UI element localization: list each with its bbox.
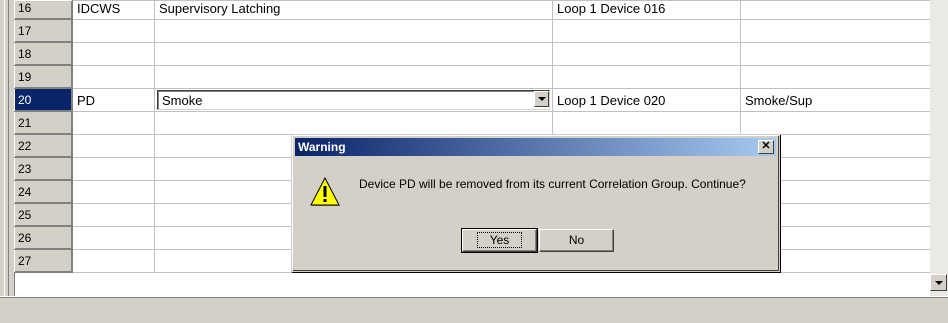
description-cell[interactable] bbox=[154, 65, 553, 89]
type-cell[interactable] bbox=[72, 157, 155, 181]
table-row[interactable]: 21 bbox=[14, 111, 931, 135]
row-header[interactable]: 25 bbox=[14, 203, 73, 227]
type-cell[interactable]: IDCWS bbox=[72, 0, 155, 20]
row-header[interactable]: 27 bbox=[14, 249, 73, 273]
dialog-title: Warning bbox=[298, 140, 346, 154]
table-row-selected[interactable]: 20 PD Smoke Loop 1 Device 020 Smoke/Sup bbox=[14, 88, 931, 112]
description-cell[interactable] bbox=[154, 111, 553, 135]
dropdown-button[interactable] bbox=[534, 91, 549, 107]
label-cell[interactable] bbox=[740, 65, 931, 89]
scroll-down-button[interactable] bbox=[930, 274, 947, 291]
no-button[interactable]: No bbox=[539, 229, 614, 252]
address-cell[interactable] bbox=[552, 111, 741, 135]
warning-icon bbox=[310, 176, 340, 206]
type-cell[interactable] bbox=[72, 111, 155, 135]
row-header[interactable]: 17 bbox=[14, 19, 73, 43]
dialog-titlebar[interactable]: Warning ✕ bbox=[295, 138, 776, 156]
yes-button[interactable]: Yes bbox=[461, 228, 538, 253]
description-cell[interactable]: Supervisory Latching bbox=[154, 0, 553, 20]
row-header[interactable]: 20 bbox=[14, 88, 73, 112]
close-button[interactable]: ✕ bbox=[758, 140, 774, 154]
table-row[interactable]: 19 bbox=[14, 65, 931, 89]
type-cell[interactable] bbox=[72, 180, 155, 204]
type-cell[interactable] bbox=[72, 42, 155, 66]
yes-button-label: Yes bbox=[476, 232, 523, 248]
close-icon: ✕ bbox=[761, 140, 771, 152]
type-cell[interactable]: PD bbox=[72, 88, 155, 112]
row-header[interactable]: 24 bbox=[14, 180, 73, 204]
address-cell[interactable] bbox=[552, 42, 741, 66]
description-cell[interactable]: Smoke bbox=[154, 88, 553, 112]
status-bar bbox=[0, 296, 948, 323]
description-combobox[interactable]: Smoke bbox=[157, 90, 550, 110]
address-cell[interactable] bbox=[552, 65, 741, 89]
label-cell[interactable] bbox=[740, 111, 931, 135]
address-cell[interactable] bbox=[552, 19, 741, 43]
row-header[interactable]: 23 bbox=[14, 157, 73, 181]
type-cell[interactable] bbox=[72, 249, 155, 273]
label-cell[interactable]: Smoke/Sup bbox=[740, 88, 931, 112]
type-cell[interactable] bbox=[72, 134, 155, 158]
combobox-value: Smoke bbox=[162, 93, 203, 108]
arrow-down-icon bbox=[934, 280, 943, 285]
chevron-down-icon bbox=[537, 97, 546, 101]
table-row[interactable]: 17 bbox=[14, 19, 931, 43]
row-header[interactable]: 16 bbox=[14, 0, 73, 20]
table-row[interactable]: 18 bbox=[14, 42, 931, 66]
label-cell[interactable] bbox=[740, 19, 931, 43]
description-cell[interactable] bbox=[154, 42, 553, 66]
dialog-message: Device PD will be removed from its curre… bbox=[359, 177, 746, 191]
row-header[interactable]: 19 bbox=[14, 65, 73, 89]
type-cell[interactable] bbox=[72, 203, 155, 227]
address-cell[interactable]: Loop 1 Device 016 bbox=[552, 0, 741, 20]
type-cell[interactable] bbox=[72, 19, 155, 43]
label-cell[interactable] bbox=[740, 0, 931, 20]
no-button-label: No bbox=[568, 233, 585, 247]
vertical-scrollbar-track[interactable] bbox=[930, 0, 948, 296]
description-cell[interactable] bbox=[154, 19, 553, 43]
warning-dialog: Warning ✕ Device PD will be removed from… bbox=[291, 134, 780, 272]
row-header[interactable]: 18 bbox=[14, 42, 73, 66]
window-left-frame bbox=[0, 0, 15, 296]
label-cell[interactable] bbox=[740, 42, 931, 66]
type-cell[interactable] bbox=[72, 226, 155, 250]
address-cell[interactable]: Loop 1 Device 020 bbox=[552, 88, 741, 112]
row-header[interactable]: 21 bbox=[14, 111, 73, 135]
row-header[interactable]: 22 bbox=[14, 134, 73, 158]
table-row[interactable]: 16 IDCWS Supervisory Latching Loop 1 Dev… bbox=[14, 0, 931, 20]
row-header[interactable]: 26 bbox=[14, 226, 73, 250]
type-cell[interactable] bbox=[72, 65, 155, 89]
